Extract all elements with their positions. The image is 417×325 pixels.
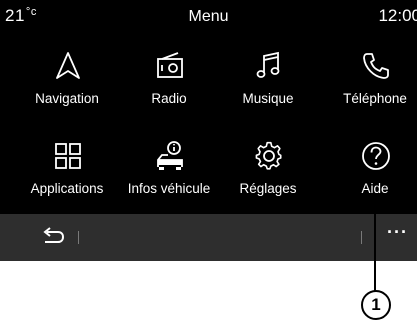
music-note-icon bbox=[256, 51, 280, 78]
gear-icon bbox=[255, 141, 282, 170]
tile-label: Réglages bbox=[239, 181, 297, 196]
divider bbox=[361, 231, 362, 244]
bottom-bar: ··· bbox=[0, 214, 417, 261]
callout-number: 1 bbox=[361, 290, 391, 320]
more-options-button[interactable]: ··· bbox=[387, 222, 408, 243]
callout-line bbox=[374, 203, 376, 293]
page-title: Menu bbox=[188, 8, 229, 25]
tile-telephone[interactable]: Téléphone bbox=[323, 40, 417, 140]
phone-icon bbox=[363, 53, 389, 79]
tile-label: Musique bbox=[242, 91, 294, 106]
tile-radio[interactable]: Radio bbox=[117, 40, 221, 140]
back-arrow-icon[interactable] bbox=[37, 224, 67, 248]
divider bbox=[78, 231, 79, 244]
infotainment-screen: 21°c Menu 12:00 Navigation Radio Musique bbox=[0, 0, 417, 261]
tile-label: Aide bbox=[361, 181, 389, 196]
help-icon bbox=[362, 142, 390, 170]
navigation-icon bbox=[56, 52, 80, 79]
radio-icon bbox=[157, 52, 183, 78]
apps-grid-icon bbox=[55, 143, 81, 169]
status-bar: 21°c Menu 12:00 bbox=[0, 0, 417, 36]
tile-navigation[interactable]: Navigation bbox=[15, 40, 119, 140]
tile-label: Téléphone bbox=[343, 91, 407, 106]
vehicle-info-icon bbox=[157, 141, 183, 170]
tile-music[interactable]: Musique bbox=[216, 40, 320, 140]
clock: 12:00 bbox=[378, 6, 417, 25]
